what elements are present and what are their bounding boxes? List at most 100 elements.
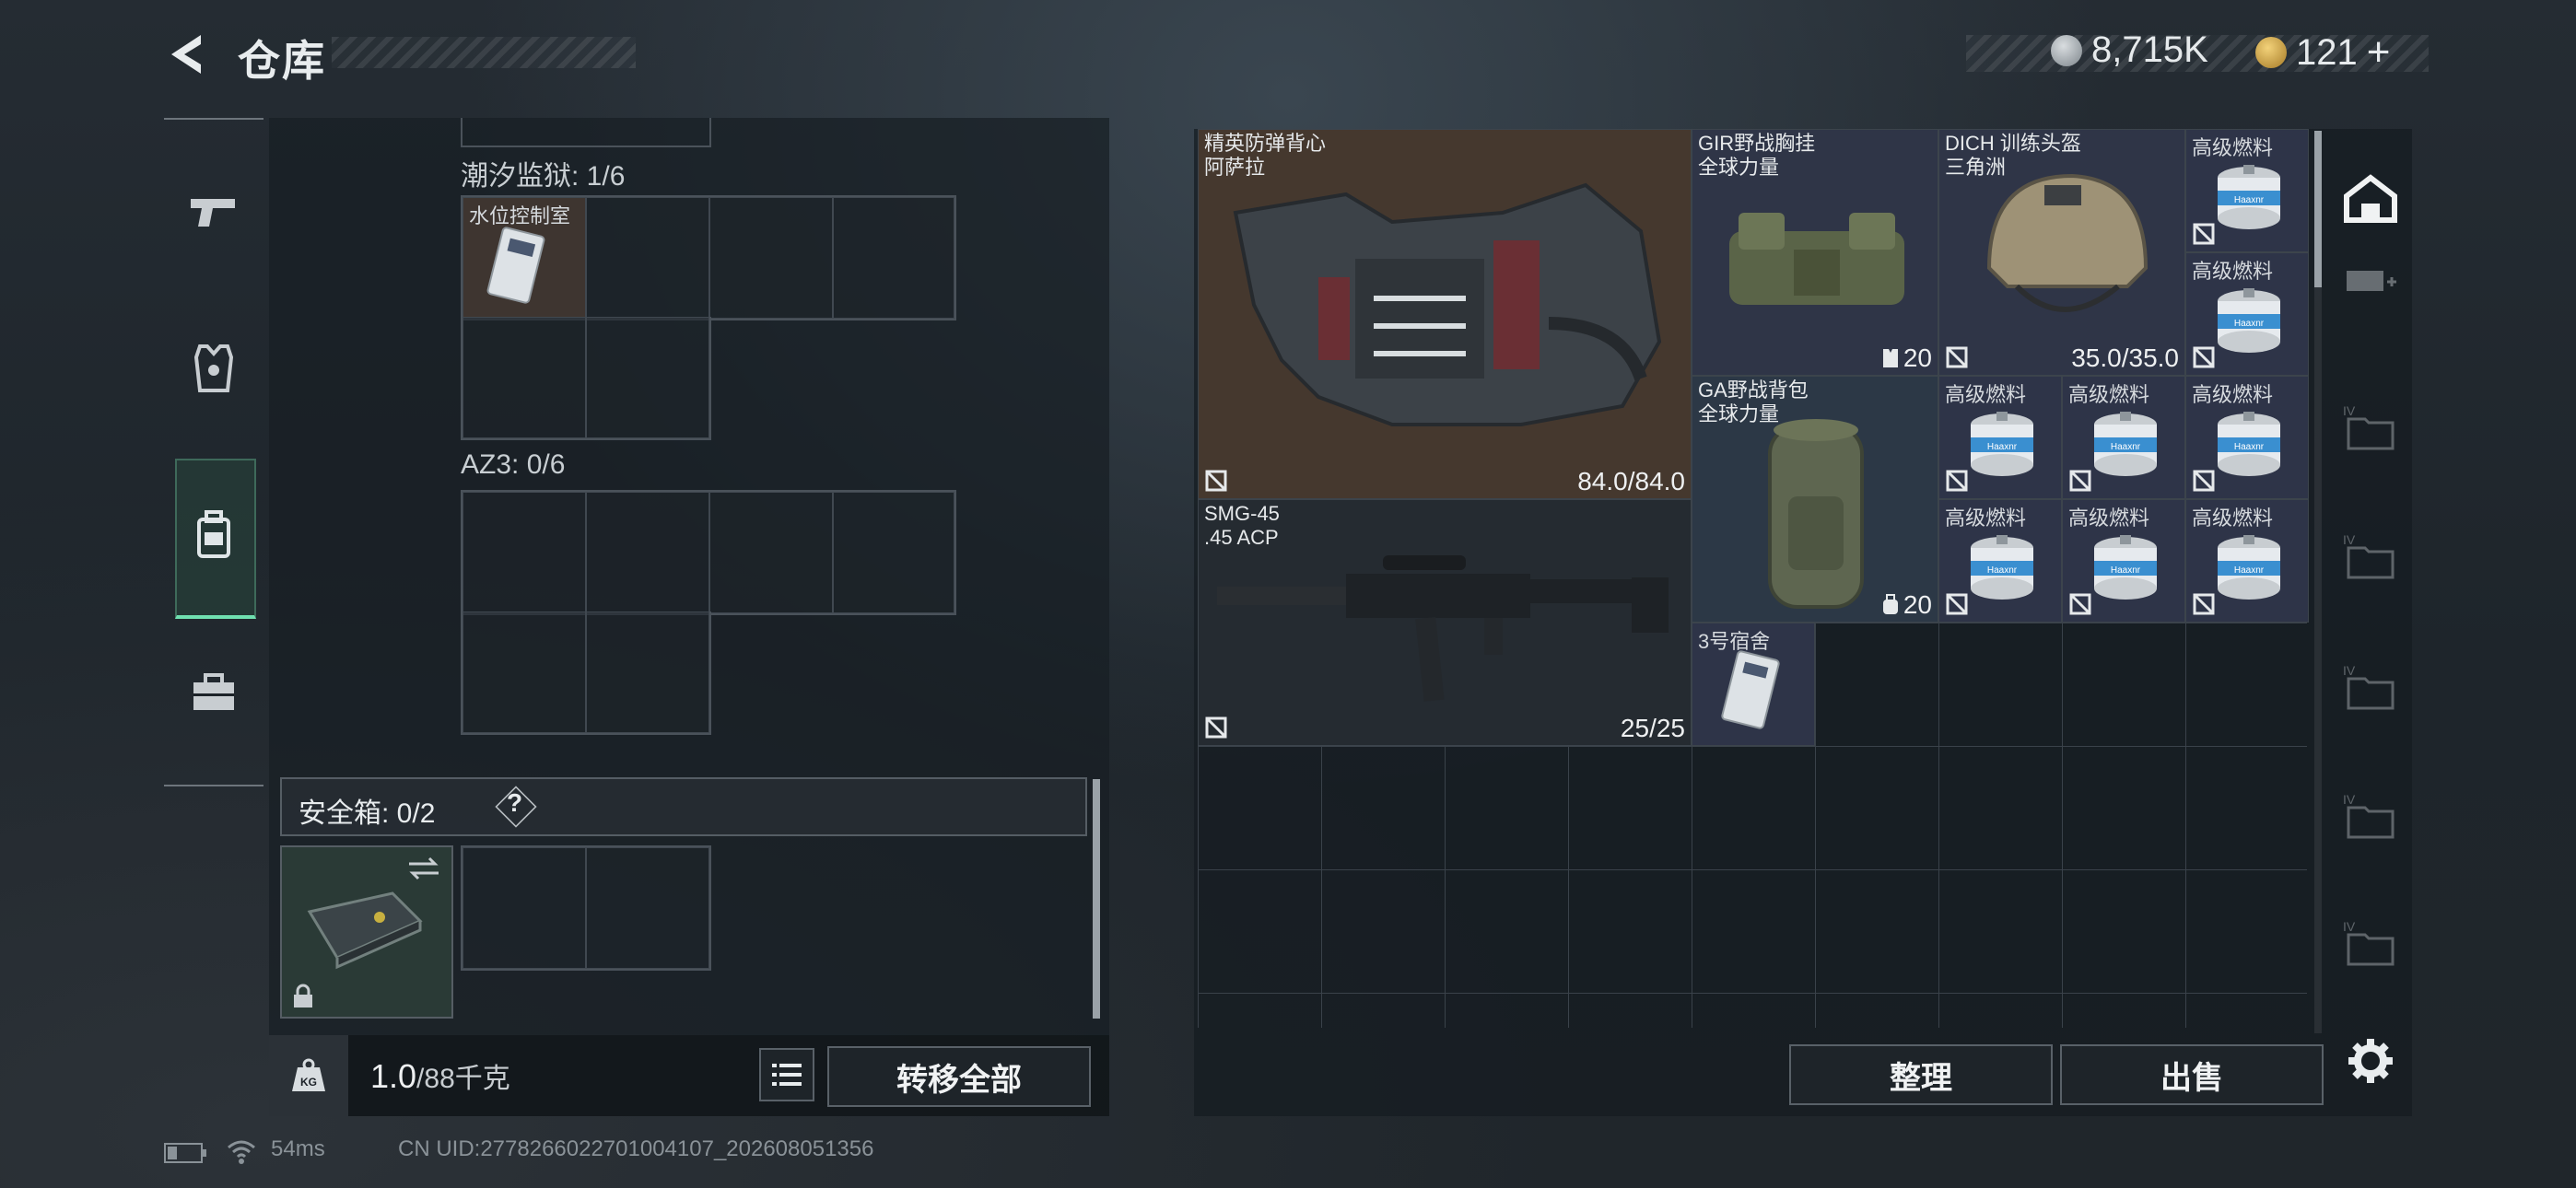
add-container-icon: [2347, 271, 2396, 291]
fuel-name: 高级燃料: [2192, 383, 2274, 406]
item-premium-fuel[interactable]: 高级燃料 Haaxnr: [2185, 499, 2309, 623]
stash-scrollbar[interactable]: [2314, 131, 2322, 287]
no-insure-icon: [2193, 593, 2215, 615]
silver-currency: 8,715K: [2051, 29, 2208, 71]
stash-tab-7[interactable]: IV: [2327, 775, 2414, 856]
grid-cell: [833, 197, 954, 319]
helmet-image: [1986, 173, 2149, 312]
no-insure-icon: [2069, 593, 2091, 615]
folder-iv-icon: IV: [2343, 663, 2395, 710]
grid-cell: [463, 847, 586, 969]
fuel-can-icon: Haaxnr: [2094, 535, 2157, 600]
grid-cell: [586, 847, 709, 969]
silver-amount: 8,715K: [2091, 29, 2208, 70]
nav-armor[interactable]: [173, 328, 254, 409]
partial-container-top: [461, 118, 711, 147]
stash-grid: 精英防弹背心 阿萨拉 84.0/84.0 GIR野战胸挂 全球力量 20 DICH …: [1198, 129, 2309, 1028]
item-helmet[interactable]: DICH 训练头盔 三角洲 35.0/35.0: [1938, 129, 2185, 376]
folder-iv-icon: IV: [2343, 792, 2395, 839]
item-premium-fuel[interactable]: 高级燃料 Haaxnr: [1938, 499, 2062, 623]
weight-max: /88千克: [416, 1064, 510, 1094]
folder-iv-icon: IV: [2343, 919, 2395, 966]
item-premium-fuel[interactable]: 高级燃料 Haaxnr: [2185, 252, 2309, 376]
fuel-can-icon: Haaxnr: [2218, 288, 2280, 353]
stash-tab-4[interactable]: IV: [2327, 387, 2414, 468]
wifi-icon: [228, 1140, 255, 1164]
fuel-can-icon: Haaxnr: [2094, 412, 2157, 476]
fuel-can-icon: Haaxnr: [2218, 412, 2280, 476]
backpack-capacity-icon: [1882, 594, 1898, 614]
battery-icon: [164, 1143, 206, 1163]
folder-iv-icon: IV: [2343, 532, 2395, 579]
item-smg45[interactable]: SMG-45.45 ACP 25/25: [1198, 499, 1692, 746]
nav-backpack[interactable]: [173, 494, 254, 575]
gold-currency[interactable]: 121 +: [2255, 29, 2390, 76]
item-chest-rig[interactable]: GIR野战胸挂 全球力量 20: [1692, 129, 1938, 376]
stash-tab-5[interactable]: IV: [2327, 516, 2414, 597]
container1-slot-item[interactable]: 水位控制室: [463, 197, 586, 319]
no-insure-icon: [2069, 470, 2091, 492]
safe-box-slot[interactable]: [280, 845, 453, 1019]
silver-coin-icon: [2051, 34, 2082, 66]
container2-grid-row1: [461, 490, 956, 615]
stash-tab-main[interactable]: [2327, 158, 2414, 239]
vest-durability: 84.0/84.0: [1577, 467, 1685, 495]
help-icon[interactable]: ?: [507, 788, 522, 818]
sell-button[interactable]: 出售: [2060, 1044, 2324, 1105]
nav-weapon[interactable]: [173, 171, 254, 252]
kg-weight-icon: KG: [292, 1058, 325, 1091]
pistol-icon: [191, 199, 235, 227]
gear-icon: [2348, 1039, 2393, 1083]
backpack-capacity: 20: [1881, 590, 1932, 620]
swap-icon[interactable]: [407, 855, 440, 882]
grid-cell: [709, 492, 833, 613]
stash-tab-6[interactable]: IV: [2327, 646, 2414, 728]
stash-tab-8[interactable]: IV: [2327, 903, 2414, 984]
gold-amount: 121: [2296, 31, 2358, 73]
vest-name: 精英防弹背心 阿萨拉: [1204, 132, 1327, 179]
item-premium-fuel[interactable]: 高级燃料 Haaxnr: [2062, 499, 2185, 623]
safe-box-label: 安全箱: 0/2: [299, 798, 436, 829]
item-premium-fuel[interactable]: 高级燃料 Haaxnr: [2185, 376, 2309, 499]
fuel-name: 高级燃料: [2068, 507, 2150, 530]
left-scrollbar[interactable]: [1093, 779, 1100, 1019]
gun-magazine: 25/25: [1620, 714, 1685, 742]
weight-icon-box: KG: [269, 1035, 348, 1116]
fuel-name: 高级燃料: [2192, 136, 2274, 159]
backpack-icon: [197, 510, 230, 558]
gold-add-button[interactable]: +: [2367, 29, 2391, 76]
safe-box-header: 安全箱: 0/2 ?: [280, 777, 1087, 836]
ping-readout: 54ms: [271, 1136, 325, 1161]
stash-tab-add[interactable]: [2327, 239, 2414, 320]
item-dorm3-key[interactable]: 3号宿舍: [1692, 623, 1815, 746]
safe-case-icon: [307, 891, 423, 970]
weight-value: 1.0: [370, 1057, 417, 1095]
item-premium-fuel[interactable]: 高级燃料 Haaxnr: [1938, 376, 2062, 499]
grid-cell: [586, 197, 709, 319]
svg-text:IV: IV: [2343, 663, 2356, 678]
grid-cell: [463, 317, 586, 438]
smg-image: [1217, 555, 1669, 702]
nav-supplies[interactable]: [173, 652, 254, 733]
back-arrow-icon[interactable]: [164, 31, 206, 77]
list-view-button[interactable]: [759, 1048, 814, 1101]
item-premium-fuel[interactable]: 高级燃料 Haaxnr: [2185, 129, 2309, 252]
item-premium-fuel[interactable]: 高级燃料 Haaxnr: [2062, 376, 2185, 499]
item-ga-backpack[interactable]: GA野战背包 全球力量 20: [1692, 376, 1938, 623]
toolbox-icon: [193, 673, 234, 710]
safe-box-grid: [461, 845, 711, 971]
uid-readout: CN UID:2778266022701004107_202608051356: [398, 1136, 874, 1161]
no-insure-icon: [1946, 346, 1968, 368]
item-elite-vest[interactable]: 精英防弹背心 阿萨拉 84.0/84.0: [1198, 129, 1692, 499]
settings-button[interactable]: [2327, 1020, 2414, 1101]
fuel-name: 高级燃料: [2192, 507, 2274, 530]
sort-button[interactable]: 整理: [1789, 1044, 2053, 1105]
list-icon: [772, 1064, 802, 1086]
no-insure-icon: [1205, 716, 1227, 739]
container1-label: 潮汐监狱: 1/6: [461, 161, 626, 192]
svg-text:IV: IV: [2343, 919, 2356, 934]
transfer-all-button[interactable]: 转移全部: [827, 1046, 1091, 1107]
fuel-brand: Haaxnr: [2234, 565, 2265, 576]
fuel-brand: Haaxnr: [1987, 442, 2018, 452]
no-insure-icon: [1946, 470, 1968, 492]
